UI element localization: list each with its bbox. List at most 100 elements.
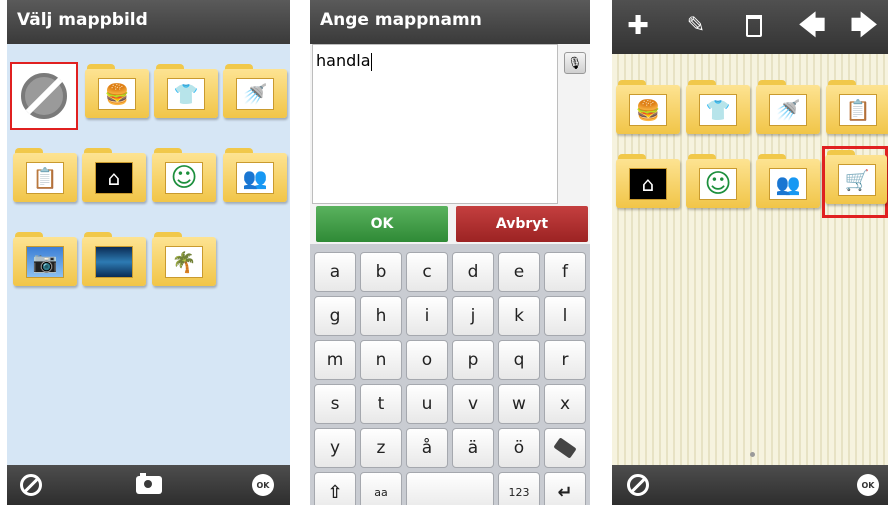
folder-people[interactable]: 👥 [756, 154, 820, 208]
eraser-icon [553, 437, 577, 459]
folder-bathroom[interactable]: 🚿 [756, 80, 820, 134]
key[interactable]: ä [452, 428, 494, 468]
cancel-icon [20, 474, 42, 496]
delete-button[interactable] [740, 12, 768, 40]
folder-overview-screen: ✚ ✎ 🡄 🡆 🍔 👕 🚿 📋 ⌂ ☺ 👥 🛒 OK [612, 0, 888, 505]
key[interactable]: o [406, 340, 448, 380]
school-board-icon: 📋 [839, 94, 877, 126]
key[interactable]: w [498, 384, 540, 424]
folder-picture-home[interactable]: ⌂ [82, 148, 146, 202]
delete-key[interactable] [544, 428, 586, 468]
cancel-button[interactable]: Avbryt [456, 206, 588, 242]
folder-picture-food-care[interactable]: 🍔 [85, 64, 149, 118]
folder-name-value: handla [316, 51, 371, 70]
folder-picture-gallery[interactable]: 🌴 [152, 232, 216, 286]
screen-title: Välj mappbild [7, 0, 290, 44]
no-picture-icon [21, 73, 67, 119]
trash-icon [746, 15, 762, 37]
key[interactable]: z [360, 428, 402, 468]
key[interactable]: q [498, 340, 540, 380]
key[interactable]: ö [498, 428, 540, 468]
people-icon: 👥 [236, 162, 274, 194]
bathroom-icon: 🚿 [236, 78, 274, 110]
smiley-icon: ☺ [699, 168, 737, 200]
shift-icon: ⇧ [327, 481, 343, 503]
ok-button[interactable]: OK [249, 471, 277, 499]
key[interactable]: p [452, 340, 494, 380]
numbers-key[interactable]: 123 [498, 472, 540, 505]
ok-button[interactable]: OK [854, 471, 882, 499]
add-button[interactable]: ✚ [624, 12, 652, 40]
enter-key[interactable]: ↵ [544, 472, 586, 505]
smiley-icon: ☺ [165, 162, 203, 194]
key[interactable]: j [452, 296, 494, 336]
folder-picture-school[interactable]: 📋 [13, 148, 77, 202]
key[interactable]: e [498, 252, 540, 292]
back-button[interactable]: 🡄 [798, 12, 826, 40]
folder-picture-feelings[interactable]: ☺ [152, 148, 216, 202]
cancel-button[interactable] [624, 471, 652, 499]
cancel-icon [627, 474, 649, 496]
arrow-right-icon: 🡆 [850, 11, 878, 41]
page-indicator-dot [750, 452, 755, 457]
key[interactable]: å [406, 428, 448, 468]
key[interactable]: h [360, 296, 402, 336]
key[interactable]: g [314, 296, 356, 336]
folder-shopping[interactable]: 🛒 [825, 150, 887, 204]
on-screen-keyboard: a b c d e f g h i j k l m n o p q r s t … [310, 244, 590, 505]
photo-camera-icon: 📷 [26, 246, 64, 278]
key[interactable]: u [406, 384, 448, 424]
edit-button[interactable]: ✎ [682, 12, 710, 40]
space-key[interactable] [406, 472, 494, 505]
ok-button[interactable]: OK [316, 206, 448, 242]
key[interactable]: n [360, 340, 402, 380]
key[interactable]: i [406, 296, 448, 336]
key[interactable]: d [452, 252, 494, 292]
bathroom-icon: 🚿 [769, 94, 807, 126]
key[interactable]: r [544, 340, 586, 380]
food-care-icon: 🍔 [98, 78, 136, 110]
folder-food-care[interactable]: 🍔 [616, 80, 680, 134]
folder-home[interactable]: ⌂ [616, 154, 680, 208]
key[interactable]: k [498, 296, 540, 336]
key[interactable]: x [544, 384, 586, 424]
bottom-bar: OK [612, 465, 888, 505]
key[interactable]: l [544, 296, 586, 336]
key[interactable]: t [360, 384, 402, 424]
plus-icon: ✚ [627, 11, 649, 41]
people-icon: 👥 [769, 168, 807, 200]
cancel-button[interactable] [17, 471, 45, 499]
microphone-icon: 🎙 [567, 56, 583, 70]
folder-picture-photos[interactable]: 📷 [13, 232, 77, 286]
key[interactable]: f [544, 252, 586, 292]
screen-title: Ange mappnamn [310, 0, 590, 44]
clothes-icon: 👕 [167, 78, 205, 110]
folder-picture-bathroom[interactable]: 🚿 [223, 64, 287, 118]
media-icon [95, 246, 133, 278]
key[interactable]: c [406, 252, 448, 292]
case-key[interactable]: aa [360, 472, 402, 505]
folder-school[interactable]: 📋 [826, 80, 888, 134]
forward-button[interactable]: 🡆 [850, 12, 878, 40]
folder-picture-people[interactable]: 👥 [223, 148, 287, 202]
folder-clothes[interactable]: 👕 [686, 80, 750, 134]
shift-key[interactable]: ⇧ [314, 472, 356, 505]
voice-input-button[interactable]: 🎙 [564, 52, 586, 74]
key[interactable]: b [360, 252, 402, 292]
folder-name-input[interactable]: handla [312, 44, 558, 204]
clothes-icon: 👕 [699, 94, 737, 126]
key[interactable]: s [314, 384, 356, 424]
folder-picture-media[interactable] [82, 232, 146, 286]
key[interactable]: y [314, 428, 356, 468]
key[interactable]: m [314, 340, 356, 380]
key[interactable]: a [314, 252, 356, 292]
key[interactable]: v [452, 384, 494, 424]
choose-folder-picture-screen: Välj mappbild 🍔 👕 🚿 📋 ⌂ ☺ 👥 📷 🌴 OK [7, 0, 290, 505]
camera-button[interactable] [135, 471, 163, 499]
folder-feelings[interactable]: ☺ [686, 154, 750, 208]
folder-picture-clothes[interactable]: 👕 [154, 64, 218, 118]
home-icon: ⌂ [629, 168, 667, 200]
ok-icon: OK [857, 474, 879, 496]
no-picture-option[interactable] [10, 62, 78, 130]
camera-icon [136, 473, 162, 494]
